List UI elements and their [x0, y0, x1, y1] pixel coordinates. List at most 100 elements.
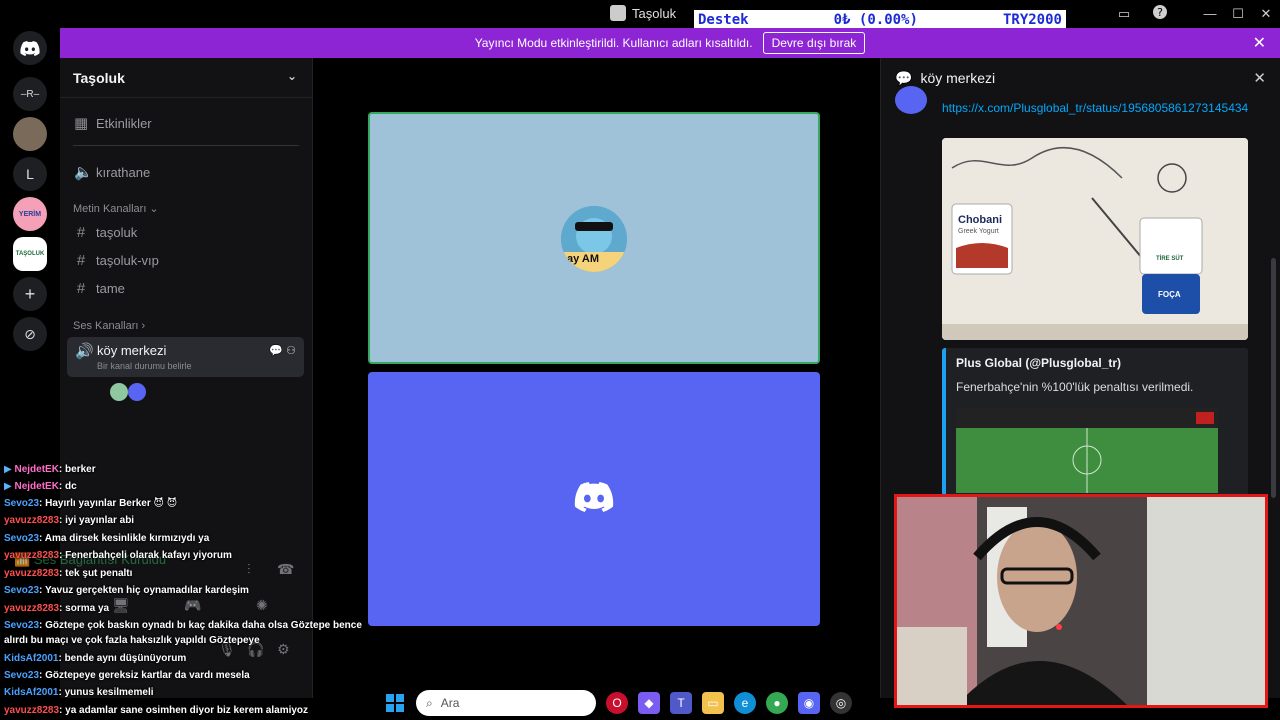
chat-message: Sevo23: Göztepe çok baskın oynadı bı kaç… [4, 620, 362, 631]
platform-badge-icon: ▶ [4, 464, 15, 475]
chat-text: alırdı bu maçı ve çok fazla haksızlık ya… [4, 635, 260, 646]
channel-label: tame [96, 281, 125, 296]
chat-text: : bende aynı düşünüyorum [58, 653, 187, 664]
copilot-icon[interactable]: ◆ [638, 692, 660, 714]
chat-message: Sevo23: Göztepeye gereksiz kartlar da va… [4, 670, 250, 681]
chat-username: Sevo23 [4, 498, 40, 509]
disable-streamer-mode-button[interactable]: Devre dışı bırak [762, 32, 866, 54]
embed-image[interactable]: Chobani Greek Yogurt TİRE SÜT FOÇA [942, 138, 1248, 340]
chat-message: Sevo23: Ama dirsek kesinlikle kırmızıydı… [4, 533, 209, 544]
search-icon: ⌕ [426, 695, 433, 710]
embed-author[interactable]: Plus Global (@Plusglobal_tr) [956, 356, 1121, 370]
chat-username: yavuzz8283 [4, 603, 60, 614]
chat-message: alırdı bu maçı ve çok fazla haksızlık ya… [4, 635, 260, 646]
app-logo-icon [610, 5, 626, 21]
category-label: Metin Kanalları [73, 203, 147, 215]
server-r[interactable]: –R– [13, 77, 47, 111]
server-header[interactable]: Taşoluk ⌄ [60, 58, 313, 98]
discord-logo-icon [574, 482, 614, 512]
chat-text: : sorma ya [59, 603, 110, 614]
channel-status[interactable]: Bir kanal durumu belirle [97, 361, 192, 371]
speaker-icon: 🔊 [75, 343, 94, 360]
search-placeholder: Ara [440, 696, 460, 710]
chat-message: yavuzz8283: tek şut penaltı [4, 568, 132, 579]
server-photo[interactable] [13, 117, 47, 151]
voice-channel-kirathane[interactable]: 🔈 kırathane [74, 163, 150, 181]
streamer-mode-banner: Yayıncı Modu etkinleştirildi. Kullanıcı … [60, 28, 1280, 58]
chat-text: : Göztepe çok baskın oynadı bı kaç dakik… [39, 620, 362, 631]
chat-bubble-icon: 💬 [895, 69, 913, 86]
chat-bubble-icon[interactable]: 💬 ⚇ [269, 344, 296, 357]
chat-message: yavuzz8283: Fenerbahçeli olarak kafayı y… [4, 550, 232, 561]
add-server-icon[interactable]: + [13, 277, 47, 311]
chat-text: : Fenerbahçeli olarak kafayı yiyorum [59, 550, 232, 561]
participant-tile[interactable]: ay AM [368, 112, 820, 364]
server-tasoluk-label: TAŞOLUK [15, 251, 45, 257]
inbox-icon[interactable]: ▭ [1110, 4, 1138, 24]
events-item[interactable]: ▦ Etkinlikler [74, 114, 152, 132]
opera-icon[interactable]: O [606, 692, 628, 714]
speaker-icon: 🔈 [74, 164, 93, 181]
chat-panel-header: 💬 köy merkezi [881, 58, 1280, 98]
brand-label: FOÇA [1158, 290, 1181, 299]
text-channel-tasoluk[interactable]: # taşoluk [74, 224, 137, 241]
minimize-icon[interactable]: — [1196, 4, 1224, 24]
chrome-icon[interactable]: ● [766, 692, 788, 714]
server-l-label: L [26, 166, 34, 182]
server-l[interactable]: L [13, 157, 47, 191]
chat-username: yavuzz8283 [4, 550, 60, 561]
avatar: ay AM [561, 206, 627, 272]
voice-category[interactable]: Ses Kanalları › [73, 320, 145, 332]
obs-icon[interactable]: ◎ [830, 692, 852, 714]
discover-icon[interactable]: ⊘ [13, 317, 47, 351]
text-category[interactable]: Metin Kanalları ⌄ [73, 202, 159, 215]
scrollbar[interactable] [1271, 258, 1276, 498]
chat-text: : Hayırlı yayınlar Berker 😈 😈 [39, 498, 178, 509]
embed-text: Fenerbahçe'nin %100'lük penaltısı verilm… [956, 380, 1194, 394]
category-label: Ses Kanalları [73, 320, 139, 332]
server-name: Taşoluk [73, 70, 125, 86]
chat-message: yavuzz8283: sorma ya [4, 603, 109, 614]
close-icon[interactable]: ✕ [1253, 69, 1266, 87]
avatar[interactable] [895, 86, 927, 114]
chat-username: Sevo23 [4, 585, 40, 596]
chat-text: : Göztepeye gereksiz kartlar da vardı me… [39, 670, 250, 681]
maximize-icon[interactable]: ☐ [1224, 4, 1252, 24]
chat-message: ▶ NejdetEK: dc [4, 481, 77, 492]
text-channel-tame[interactable]: # tame [74, 280, 125, 297]
chat-username: KidsAf2001 [4, 687, 59, 698]
channel-label: köy merkezi [97, 343, 167, 358]
text-channel-tasoluk-vip[interactable]: # taşoluk-vıp [74, 252, 159, 269]
brand-sub-label: Greek Yogurt [958, 228, 999, 235]
tweet-embed[interactable]: Plus Global (@Plusglobal_tr) Fenerbahçe'… [942, 348, 1248, 498]
webcam-overlay [894, 494, 1268, 708]
chat-text: : dc [58, 481, 77, 492]
teams-icon[interactable]: T [670, 692, 692, 714]
participant-tile[interactable] [368, 372, 820, 626]
avatar[interactable] [110, 383, 128, 401]
donation-label: Destek [698, 11, 749, 28]
chat-text: : tek şut penaltı [59, 568, 133, 579]
embed-video-thumbnail[interactable] [956, 408, 1218, 493]
chat-message: Sevo23: Hayırlı yayınlar Berker 😈 😈 [4, 498, 177, 509]
taskbar-search[interactable]: ⌕ Ara [416, 690, 596, 716]
discord-home-icon[interactable] [13, 31, 47, 65]
platform-badge-icon: ▶ [4, 481, 15, 492]
server-tasoluk[interactable]: TAŞOLUK [13, 237, 47, 271]
close-window-icon[interactable]: ✕ [1252, 4, 1280, 24]
voice-channel-koy-merkezi[interactable]: 🔊 köy merkezi Bir kanal durumu belirle 💬… [67, 337, 304, 377]
edge-icon[interactable]: e [734, 692, 756, 714]
avatar[interactable] [128, 383, 146, 401]
close-icon[interactable]: ✕ [1253, 33, 1266, 53]
file-explorer-icon[interactable]: ▭ [702, 692, 724, 714]
server-yerim[interactable]: YERİM [13, 197, 47, 231]
window-titlebar: Taşoluk Destek 0₺ (0.00%) TRY2000 ▭ ? — … [0, 0, 1280, 29]
brand-label: TİRE SÜT [1156, 256, 1184, 262]
avatar-caption: ay AM [567, 253, 599, 265]
chat-username: yavuzz8283 [4, 705, 60, 716]
discord-taskbar-icon[interactable]: ◉ [798, 692, 820, 714]
windows-start-icon[interactable] [384, 692, 406, 714]
donation-overlay: Destek 0₺ (0.00%) TRY2000 [694, 10, 1066, 29]
help-icon[interactable]: ? [1146, 4, 1174, 24]
message-link[interactable]: https://x.com/Plusglobal_tr/status/19568… [942, 100, 1252, 117]
